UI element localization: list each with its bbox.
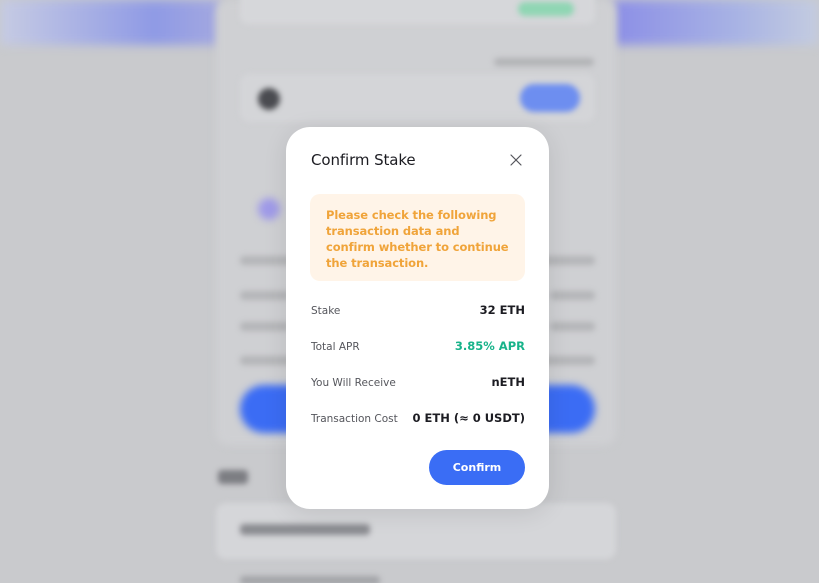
header-gradient-left [0,0,220,45]
detail-label: You Will Receive [311,377,396,389]
detail-value: 32 ETH [479,303,525,317]
detail-value: 3.85% APR [454,339,525,353]
background-row-value [550,322,595,331]
detail-value: 0 ETH (≈ 0 USDT) [412,411,525,425]
detail-label: Stake [311,305,341,317]
eth-coin-icon [258,88,280,110]
header-gradient-right [614,0,819,45]
detail-label: Transaction Cost [311,413,398,425]
modal-title: Confirm Stake [311,151,416,169]
background-token-icon [258,198,280,220]
detail-row-total-apr: Total APR 3.85% APR [311,337,525,373]
background-section-title [218,470,248,484]
notice-text: Please check the following transaction d… [326,208,509,270]
confirm-button[interactable]: Confirm [429,450,525,485]
detail-row-you-will-receive: You Will Receive nETH [311,373,525,409]
background-row-label [240,322,290,331]
background-balance-text [494,58,594,66]
close-button[interactable] [509,153,523,167]
confirm-stake-modal: Confirm Stake Please check the following… [286,127,549,509]
close-icon [510,154,522,166]
detail-row-transaction-cost: Transaction Cost 0 ETH (≈ 0 USDT) [311,409,525,445]
warning-notice: Please check the following transaction d… [310,194,525,281]
background-row-label [240,291,290,300]
detail-value: nETH [491,375,525,389]
background-bottom-text [240,576,380,583]
background-max-button [520,84,580,112]
detail-row-stake: Stake 32 ETH [311,301,525,337]
background-status-pill [518,2,574,16]
background-row-value [550,291,595,300]
transaction-details: Stake 32 ETH Total APR 3.85% APR You Wil… [311,301,525,445]
detail-label: Total APR [311,341,360,353]
background-faq-text [240,524,370,535]
